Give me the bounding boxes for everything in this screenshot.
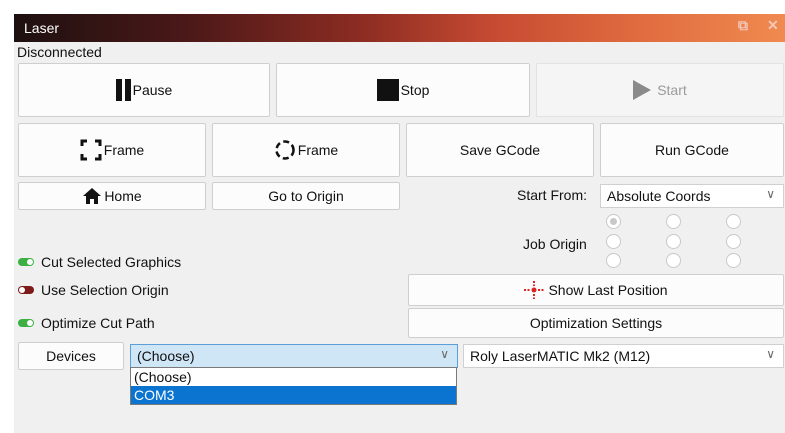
frame-rectangle-button[interactable]: Frame	[18, 123, 206, 177]
optimization-settings-button[interactable]: Optimization Settings	[408, 308, 784, 338]
job-origin-center[interactable]	[666, 234, 681, 249]
stop-label: Stop	[400, 82, 430, 98]
port-dropdown-list: (Choose) COM3	[130, 367, 457, 405]
start-label: Start	[657, 82, 687, 98]
save-gcode-button[interactable]: Save GCode	[406, 123, 594, 177]
job-origin-bottom-center[interactable]	[666, 253, 681, 268]
close-icon[interactable]: ✕	[767, 17, 779, 34]
window-titlebar: Laser ⧉ ✕	[14, 14, 785, 42]
run-gcode-button[interactable]: Run GCode	[600, 123, 784, 177]
job-origin-top-left[interactable]	[606, 214, 621, 229]
frame-rectangle-icon	[80, 139, 102, 161]
port-option-com3[interactable]: COM3	[131, 386, 456, 404]
pause-icon	[115, 79, 131, 101]
start-button[interactable]: Start	[536, 63, 784, 117]
job-origin-top-center[interactable]	[666, 214, 681, 229]
device-select-value: Roly LaserMATIC Mk2 (M12)	[470, 348, 651, 364]
port-option-choose[interactable]: (Choose)	[131, 368, 456, 386]
optimize-cut-path-label: Optimize Cut Path	[41, 315, 155, 331]
job-origin-label: Job Origin	[523, 236, 587, 252]
chevron-down-icon: ∨	[440, 347, 449, 361]
frame-circle-button[interactable]: Frame	[212, 123, 400, 177]
stop-icon	[376, 79, 399, 101]
play-icon	[633, 80, 652, 100]
frame-rectangle-label: Frame	[103, 142, 145, 158]
device-select[interactable]: Roly LaserMATIC Mk2 (M12) ∨	[463, 344, 784, 368]
chevron-down-icon: ∨	[766, 347, 775, 361]
job-origin-bottom-left[interactable]	[606, 253, 621, 268]
cut-selected-graphics-label: Cut Selected Graphics	[41, 254, 182, 270]
restore-window-icon[interactable]: ⧉	[738, 17, 748, 34]
go-to-origin-button[interactable]: Go to Origin	[212, 182, 400, 210]
home-icon	[83, 188, 102, 204]
job-origin-bottom-right[interactable]	[726, 253, 741, 268]
optimize-cut-path-toggle[interactable]	[18, 319, 34, 327]
job-origin-top-right[interactable]	[726, 214, 741, 229]
home-button[interactable]: Home	[18, 182, 206, 210]
home-label: Home	[104, 188, 142, 204]
devices-button[interactable]: Devices	[18, 342, 124, 370]
pause-button[interactable]: Pause	[18, 63, 270, 117]
window-title: Laser	[24, 20, 60, 36]
cut-selected-graphics-toggle[interactable]	[18, 258, 34, 266]
chevron-down-icon: ∨	[766, 187, 775, 201]
stop-button[interactable]: Stop	[276, 63, 530, 117]
frame-circle-icon	[275, 140, 295, 160]
crosshair-icon	[524, 281, 545, 299]
connection-status: Disconnected	[17, 44, 102, 60]
job-origin-middle-left[interactable]	[606, 234, 621, 249]
frame-circle-label: Frame	[297, 142, 339, 158]
start-from-select[interactable]: Absolute Coords ∨	[600, 184, 784, 208]
port-select[interactable]: (Choose) ∨	[130, 344, 458, 368]
port-select-value: (Choose)	[137, 348, 195, 364]
use-selection-origin-toggle[interactable]	[18, 286, 34, 294]
pause-label: Pause	[132, 82, 173, 98]
use-selection-origin-label: Use Selection Origin	[41, 282, 169, 298]
start-from-value: Absolute Coords	[607, 188, 711, 204]
job-origin-middle-right[interactable]	[726, 234, 741, 249]
show-last-position-button[interactable]: Show Last Position	[408, 274, 784, 306]
show-last-position-label: Show Last Position	[548, 282, 668, 298]
start-from-label: Start From:	[517, 187, 588, 203]
